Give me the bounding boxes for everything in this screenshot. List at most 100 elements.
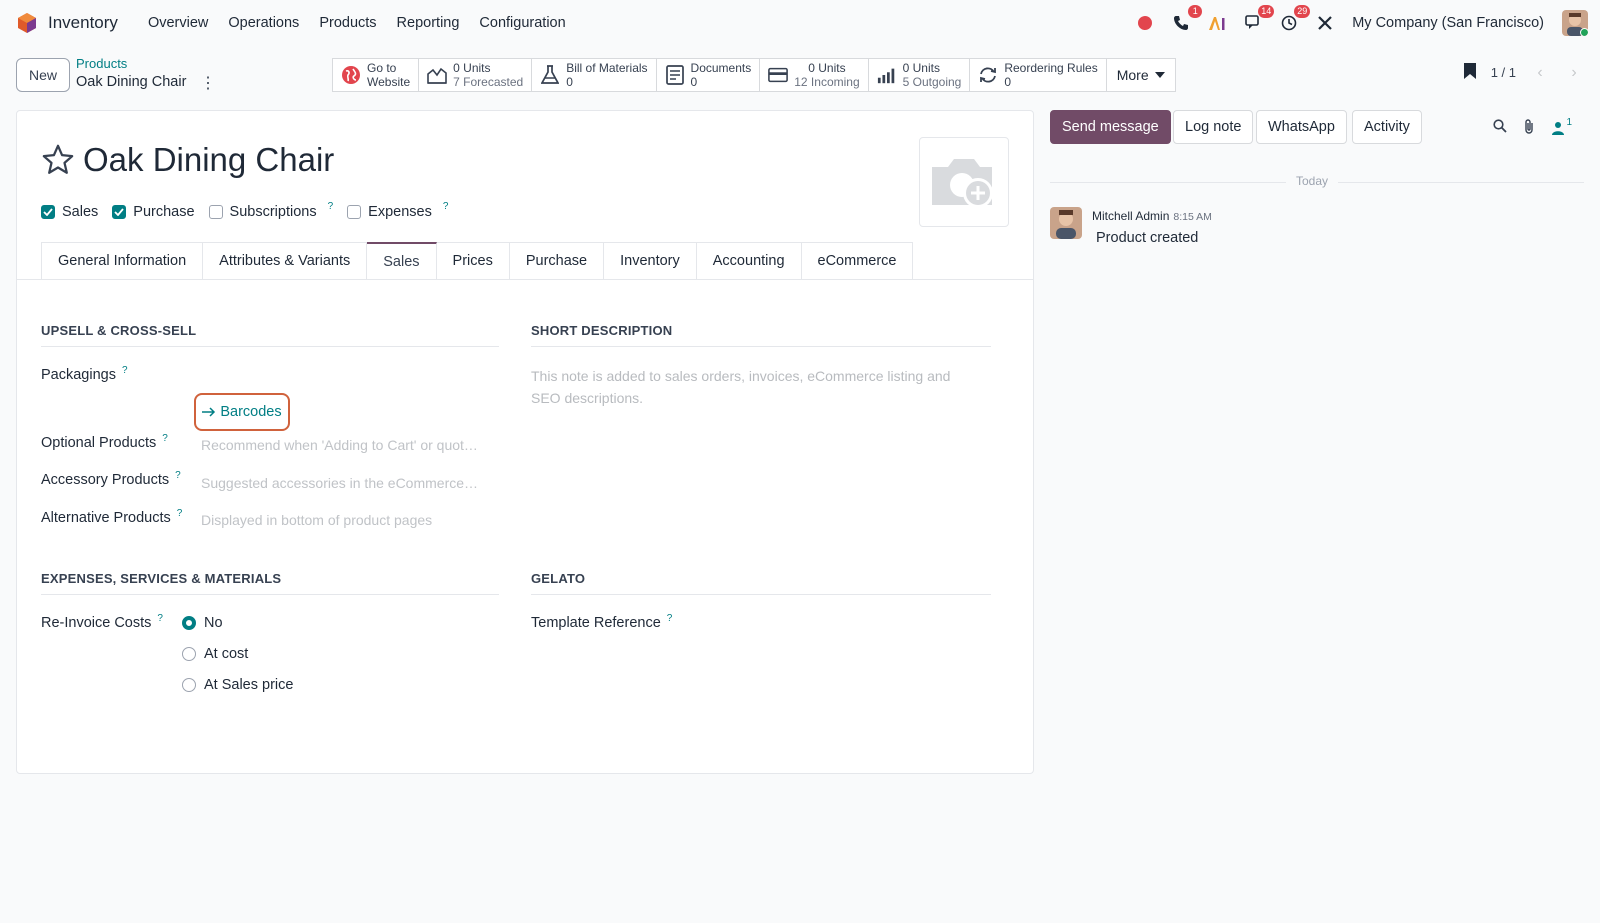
forecasted-button[interactable]: 0 Units 7 Forecasted bbox=[419, 59, 533, 91]
more-button[interactable]: More bbox=[1107, 59, 1175, 91]
log-note-button[interactable]: Log note bbox=[1173, 110, 1254, 144]
menu-products[interactable]: Products bbox=[309, 15, 386, 31]
menu-overview[interactable]: Overview bbox=[138, 15, 218, 31]
tab-accounting[interactable]: Accounting bbox=[696, 242, 802, 280]
pager-previous-icon[interactable]: ‹ bbox=[1530, 64, 1550, 82]
menu-configuration[interactable]: Configuration bbox=[469, 15, 575, 31]
tab-prices[interactable]: Prices bbox=[436, 242, 510, 280]
reinvoice-sales-price-radio[interactable]: At Sales price bbox=[182, 677, 293, 693]
ai-icon[interactable] bbox=[1208, 14, 1226, 32]
tools-icon[interactable] bbox=[1316, 14, 1334, 32]
smart-value: 0 bbox=[1004, 75, 1012, 89]
search-icon[interactable] bbox=[1493, 119, 1508, 136]
favorite-star-icon[interactable] bbox=[41, 143, 75, 177]
product-name[interactable]: Oak Dining Chair bbox=[83, 141, 334, 179]
clock-icon[interactable]: 29 bbox=[1280, 5, 1311, 32]
help-icon[interactable]: ? bbox=[122, 365, 128, 376]
help-icon[interactable]: ? bbox=[328, 201, 334, 212]
tab-divider bbox=[17, 279, 1033, 280]
bill-of-materials-button[interactable]: Bill of Materials 0 bbox=[532, 59, 657, 91]
smart-value: 5 Outgoing bbox=[902, 75, 962, 89]
flask-icon bbox=[540, 65, 560, 85]
subscriptions-checkbox[interactable]: Subscriptions ? bbox=[208, 201, 334, 220]
accessory-products-input[interactable]: Suggested accessories in the eCommerce… bbox=[201, 475, 478, 491]
company-switcher[interactable]: My Company (San Francisco) bbox=[1352, 15, 1544, 31]
inventory-app-icon[interactable] bbox=[16, 12, 38, 34]
radio-unselected-icon[interactable] bbox=[182, 647, 196, 661]
product-image[interactable] bbox=[919, 137, 1009, 227]
smart-label: Reordering Rules bbox=[1004, 61, 1098, 75]
help-icon[interactable]: ? bbox=[157, 613, 163, 624]
message-author-avatar[interactable] bbox=[1050, 207, 1082, 239]
help-icon[interactable]: ? bbox=[162, 433, 168, 444]
send-message-button[interactable]: Send message bbox=[1050, 110, 1171, 144]
radio-selected-icon[interactable] bbox=[182, 616, 196, 630]
optional-products-label: Optional Products? bbox=[41, 433, 168, 451]
record-icon[interactable] bbox=[1136, 14, 1154, 32]
help-icon[interactable]: ? bbox=[667, 613, 673, 624]
tab-sales[interactable]: Sales bbox=[367, 242, 437, 280]
phone-icon[interactable]: 1 bbox=[1172, 5, 1203, 32]
accessory-products-text: Accessory Products bbox=[41, 472, 170, 488]
new-button[interactable]: New bbox=[16, 58, 71, 92]
short-description-input[interactable]: This note is added to sales orders, invo… bbox=[531, 365, 971, 409]
checkbox-checked-icon[interactable] bbox=[41, 205, 55, 219]
checkbox-checked-icon[interactable] bbox=[112, 205, 127, 219]
radio-unselected-icon[interactable] bbox=[182, 678, 196, 692]
globe-icon bbox=[341, 65, 361, 85]
go-to-website-button[interactable]: Go to Website bbox=[333, 59, 420, 91]
incoming-button[interactable]: 0 Units 12 Incoming bbox=[760, 59, 869, 91]
expenses-checkbox[interactable]: Expenses ? bbox=[347, 201, 449, 220]
chat-icon[interactable]: 14 bbox=[1244, 5, 1275, 32]
pager-value[interactable]: 1 / 1 bbox=[1491, 65, 1516, 80]
card-icon bbox=[768, 65, 789, 85]
checkbox-unchecked-icon[interactable] bbox=[208, 205, 223, 219]
reinvoice-at-cost-radio[interactable]: At cost bbox=[182, 646, 248, 662]
accessory-products-label: Accessory Products? bbox=[41, 470, 181, 488]
help-icon[interactable]: ? bbox=[177, 508, 183, 519]
menu-reporting[interactable]: Reporting bbox=[387, 15, 470, 31]
tab-attributes-variants[interactable]: Attributes & Variants bbox=[203, 242, 368, 280]
smart-label: Documents bbox=[690, 61, 752, 75]
pager-next-icon[interactable]: › bbox=[1564, 64, 1584, 82]
user-avatar[interactable] bbox=[1562, 10, 1588, 36]
reinvoice-costs-text: Re-Invoice Costs bbox=[41, 615, 152, 631]
more-label: More bbox=[1116, 67, 1149, 83]
alternative-products-input[interactable]: Displayed in bottom of product pages bbox=[201, 512, 432, 528]
help-icon[interactable]: ? bbox=[443, 201, 449, 212]
paperclip-icon[interactable] bbox=[1523, 118, 1535, 137]
sales-checkbox[interactable]: Sales bbox=[41, 204, 98, 220]
reinvoice-sales-price-label: At Sales price bbox=[204, 677, 294, 693]
activity-button[interactable]: Activity bbox=[1352, 110, 1422, 144]
reinvoice-no-radio[interactable]: No bbox=[182, 615, 223, 631]
help-icon[interactable]: ? bbox=[175, 470, 181, 481]
message-author-name[interactable]: Mitchell Admin bbox=[1092, 209, 1169, 223]
tab-ecommerce[interactable]: eCommerce bbox=[801, 242, 914, 280]
followers-icon[interactable]: 1 bbox=[1551, 117, 1572, 135]
smart-label: Go to bbox=[367, 61, 397, 75]
app-name[interactable]: Inventory bbox=[48, 13, 118, 33]
barcodes-link[interactable]: Barcodes bbox=[194, 393, 290, 431]
packagings-label: Packagings? bbox=[41, 365, 128, 383]
optional-products-input[interactable]: Recommend when 'Adding to Cart' or quot… bbox=[201, 437, 478, 453]
documents-button[interactable]: Documents 0 bbox=[657, 59, 761, 91]
reinvoice-no-label: No bbox=[204, 615, 223, 631]
message-time: 8:15 AM bbox=[1173, 211, 1212, 223]
checkbox-unchecked-icon[interactable] bbox=[347, 205, 362, 219]
bookmark-icon[interactable] bbox=[1463, 62, 1477, 83]
purchase-checkbox[interactable]: Purchase bbox=[112, 204, 195, 220]
form-sheet: Oak Dining Chair Sales Purchase Subscrip… bbox=[16, 110, 1034, 774]
menu-operations[interactable]: Operations bbox=[218, 15, 309, 31]
reordering-rules-button[interactable]: Reordering Rules 0 bbox=[970, 59, 1107, 91]
followers-count: 1 bbox=[1566, 116, 1572, 128]
expenses-label: Expenses bbox=[368, 204, 432, 220]
kebab-menu-icon[interactable]: ⋮ bbox=[200, 73, 216, 93]
tab-general-information[interactable]: General Information bbox=[41, 242, 204, 280]
tab-purchase[interactable]: Purchase bbox=[509, 242, 605, 280]
tab-inventory[interactable]: Inventory bbox=[604, 242, 697, 280]
breadcrumb-products[interactable]: Products bbox=[76, 56, 127, 71]
outgoing-button[interactable]: 0 Units 5 Outgoing bbox=[869, 59, 971, 91]
main-menu: Overview Operations Products Reporting C… bbox=[138, 15, 576, 31]
whatsapp-button[interactable]: WhatsApp bbox=[1256, 110, 1347, 144]
chatter-tools: 1 bbox=[1493, 117, 1572, 137]
